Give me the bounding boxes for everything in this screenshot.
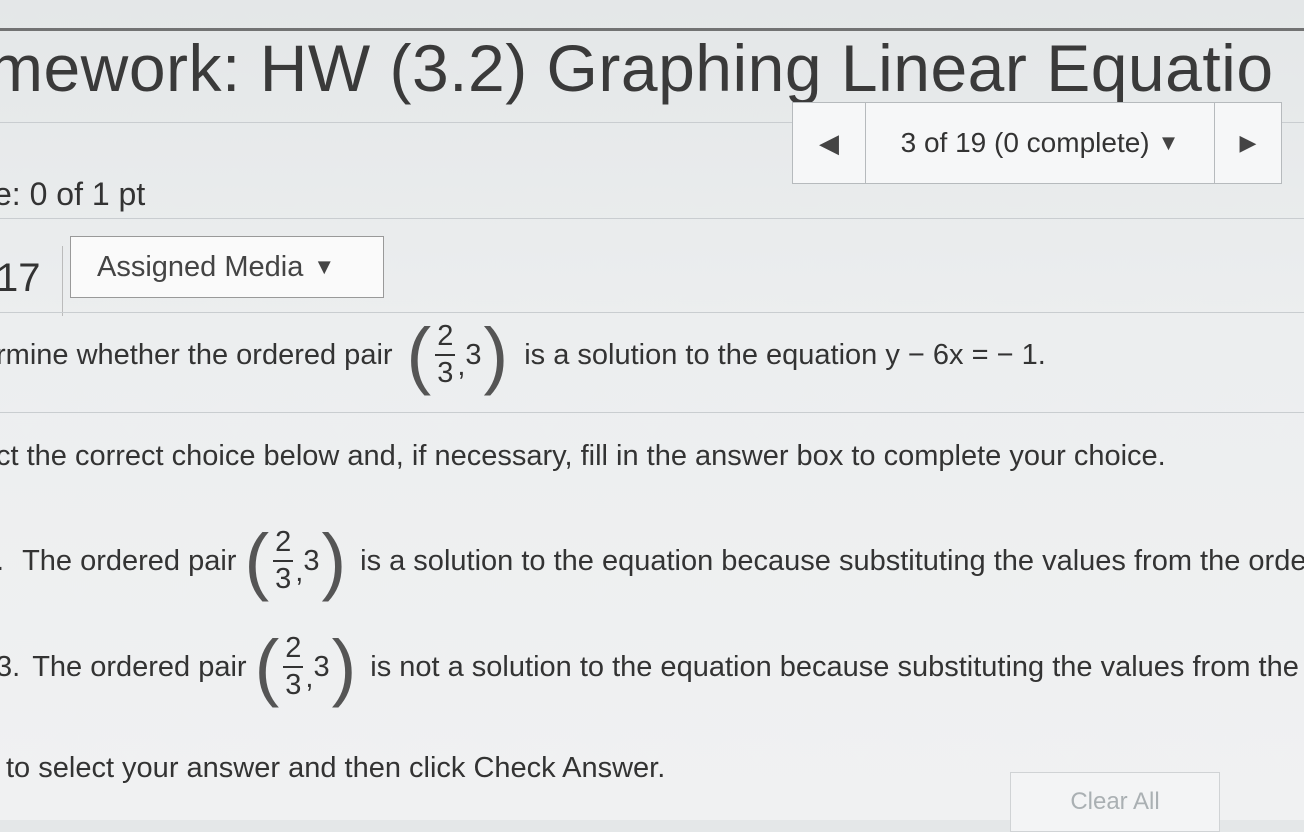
choice-letter: . bbox=[0, 545, 4, 578]
choice-suffix: is a solution to the equation because su… bbox=[360, 544, 1304, 577]
question-status: 3 of 19 (0 complete) bbox=[900, 127, 1150, 158]
right-triangle-icon: ▶ bbox=[1239, 130, 1257, 155]
assigned-media-button[interactable]: Assigned Media ▼ bbox=[70, 236, 384, 298]
question-pager: ◀ 3 of 19 (0 complete) ▼ ▶ bbox=[792, 102, 1282, 184]
prompt-suffix: is a solution to the equation y − 6x = −… bbox=[524, 338, 1046, 371]
choice-a[interactable]: . The ordered pair ( 2 3 , 3 ) is a solu… bbox=[0, 524, 1304, 598]
divider bbox=[0, 412, 1304, 413]
divider bbox=[62, 246, 63, 316]
caret-down-icon: ▼ bbox=[313, 254, 336, 279]
page-title: mework: HW (3.2) Graphing Linear Equatio bbox=[0, 31, 1274, 105]
next-question-button[interactable]: ▶ bbox=[1214, 103, 1281, 183]
fraction: 2 3 bbox=[435, 320, 456, 389]
left-triangle-icon: ◀ bbox=[819, 127, 839, 158]
question-prompt: rmine whether the ordered pair ( 2 3 , 3… bbox=[0, 318, 1052, 392]
question-select-dropdown[interactable]: 3 of 19 (0 complete) ▼ bbox=[866, 103, 1214, 183]
score-label: e: 0 of 1 pt bbox=[0, 176, 146, 212]
question-number: 17 bbox=[0, 256, 41, 300]
clear-all-button[interactable]: Clear All bbox=[1010, 772, 1220, 832]
footer-hint: to select your answer and then click Che… bbox=[6, 752, 666, 784]
prompt-prefix: rmine whether the ordered pair bbox=[0, 338, 393, 371]
choice-letter: 3. bbox=[0, 650, 21, 683]
divider bbox=[0, 312, 1304, 313]
choice-suffix: is not a solution to the equation becaus… bbox=[370, 650, 1304, 683]
fraction: 2 3 bbox=[273, 526, 294, 595]
choice-prefix: The ordered pair bbox=[32, 650, 247, 683]
caret-down-icon: ▼ bbox=[1157, 130, 1180, 155]
fraction: 2 3 bbox=[283, 632, 304, 701]
divider bbox=[0, 218, 1304, 219]
instruction-text: ct the correct choice below and, if nece… bbox=[0, 440, 1166, 472]
choice-b[interactable]: 3. The ordered pair ( 2 3 , 3 ) is not a… bbox=[0, 630, 1304, 704]
choice-prefix: The ordered pair bbox=[22, 544, 237, 577]
previous-question-button[interactable]: ◀ bbox=[793, 103, 866, 183]
assigned-media-label: Assigned Media bbox=[97, 250, 304, 283]
